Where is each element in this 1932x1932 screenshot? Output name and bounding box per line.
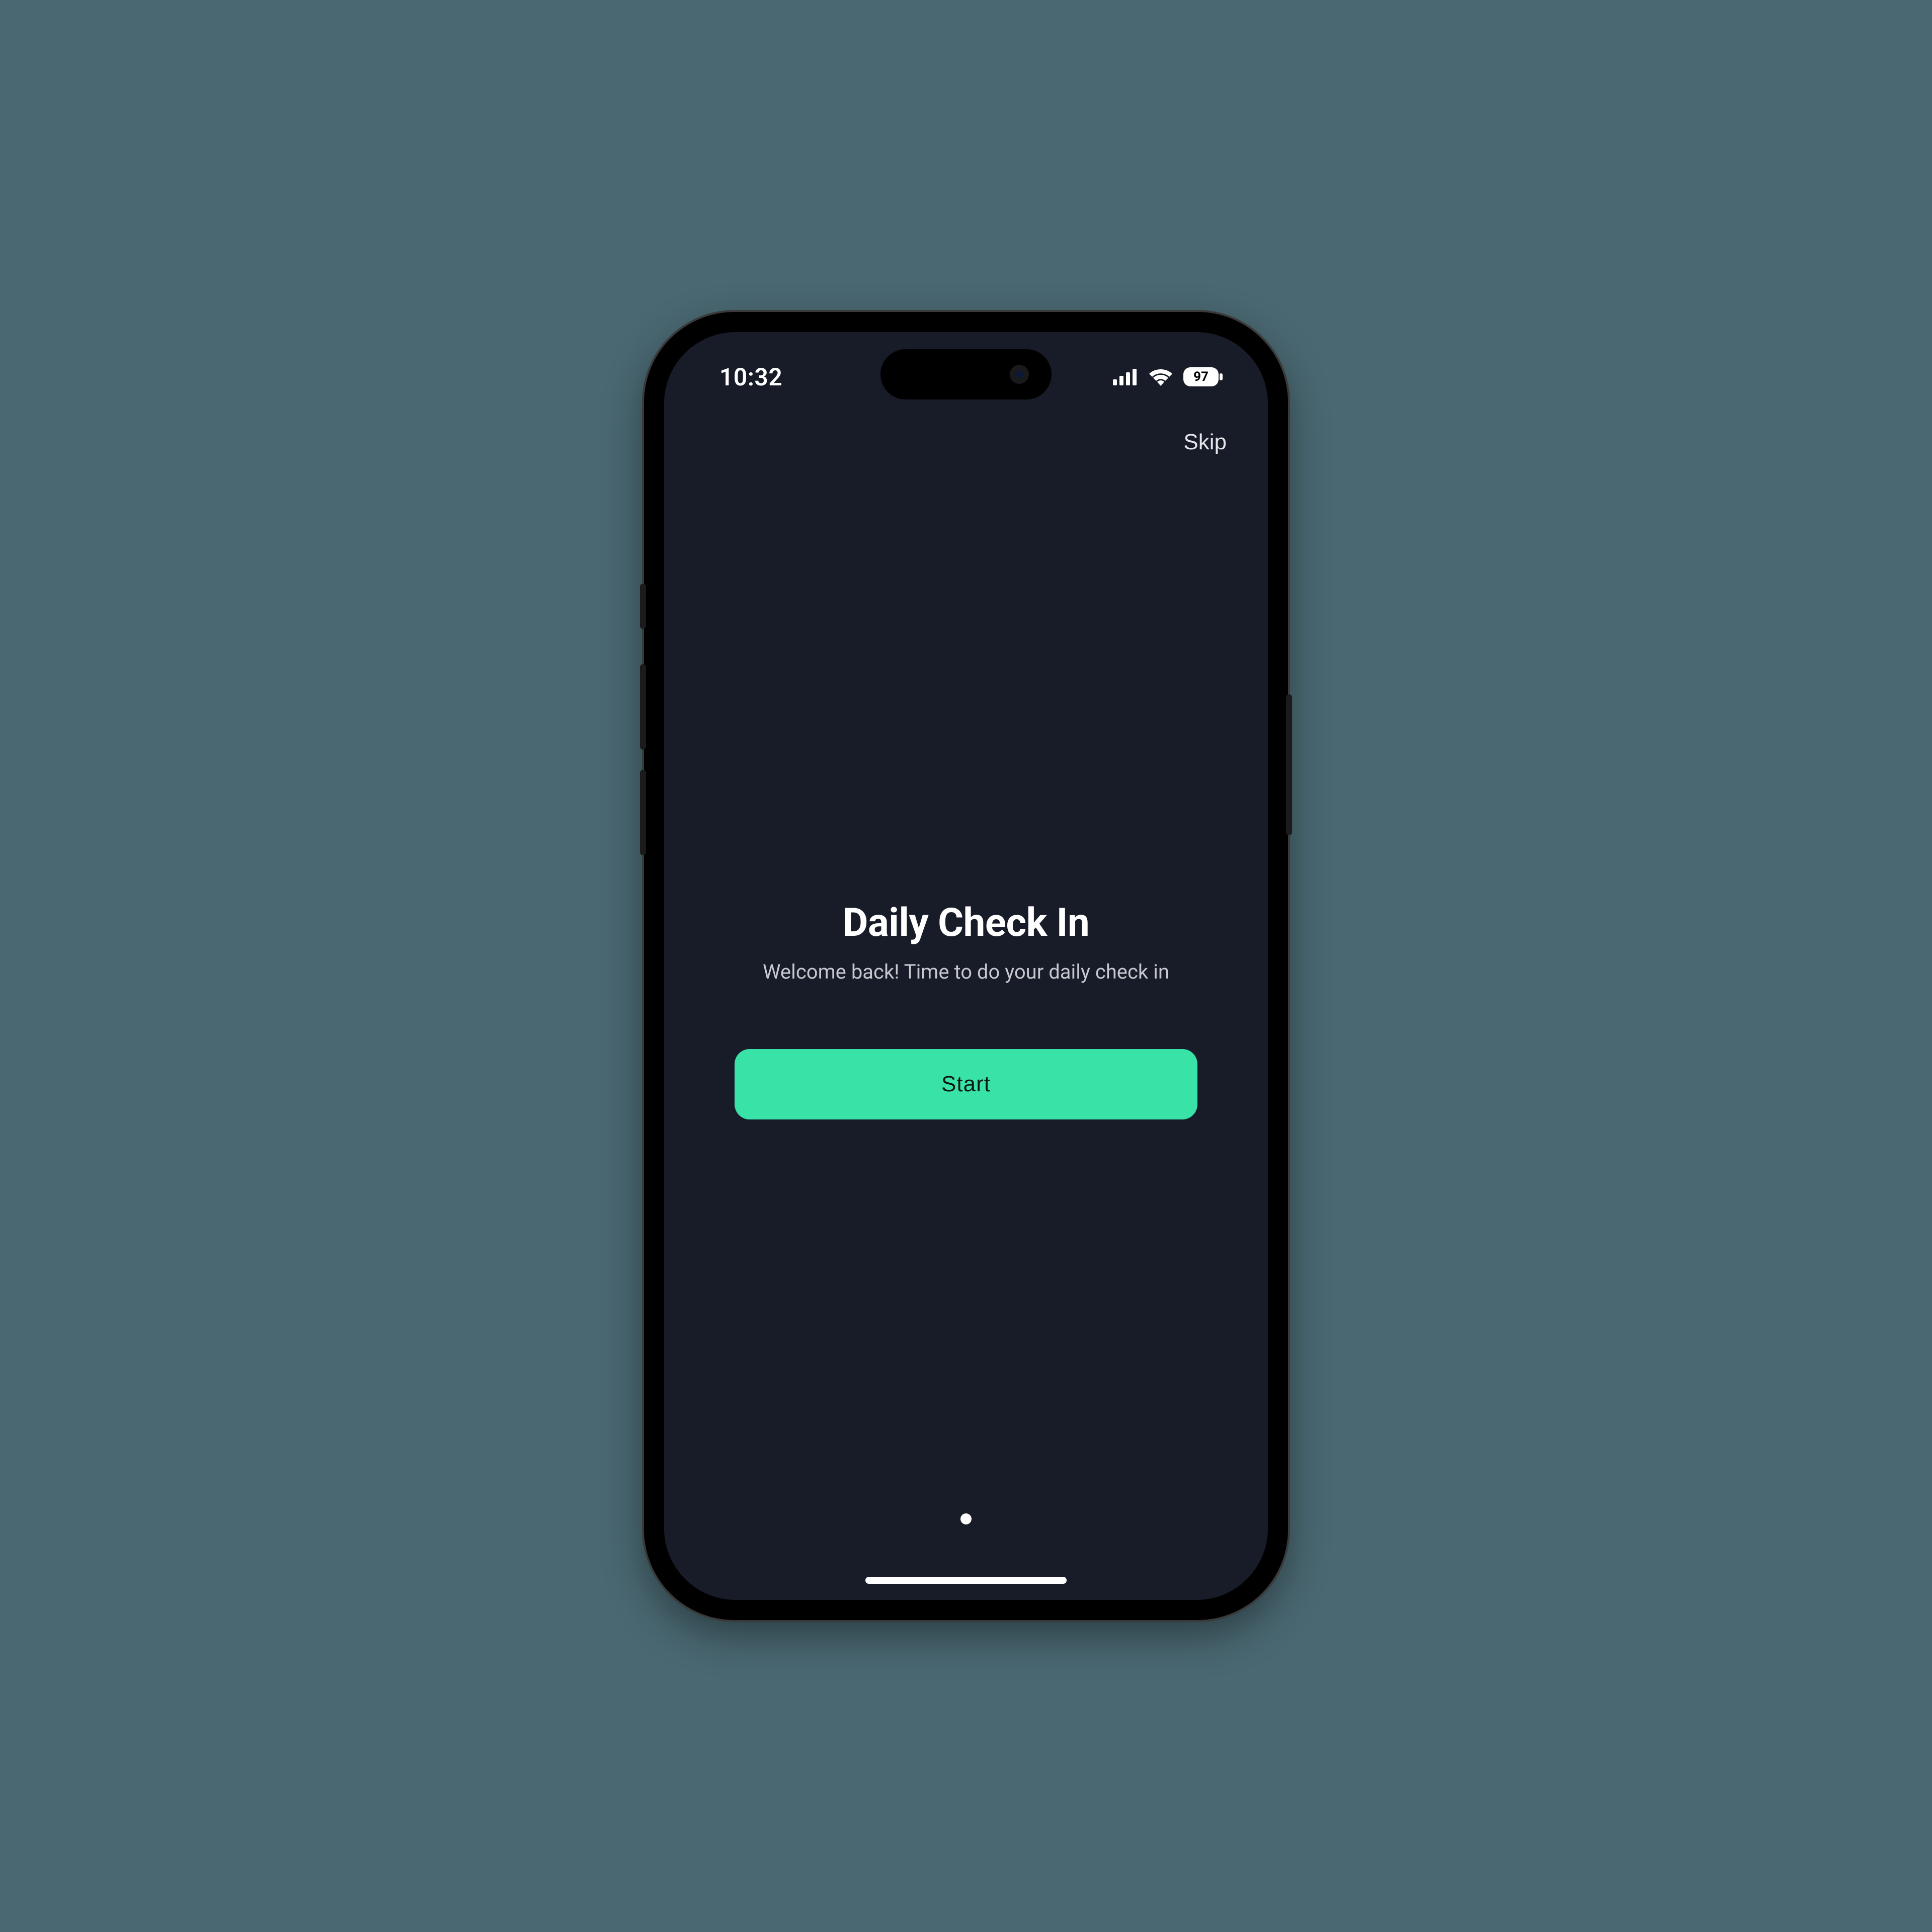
volume-down-button	[640, 770, 646, 855]
silence-switch	[640, 584, 646, 629]
cellular-icon	[1113, 368, 1138, 385]
main-content: Daily Check In Welcome back! Time to do …	[664, 440, 1268, 1580]
battery-level: 97	[1183, 369, 1219, 384]
phone-frame: 10:32	[644, 312, 1288, 1620]
wifi-icon	[1148, 368, 1173, 386]
screen: 10:32	[664, 332, 1268, 1600]
start-button[interactable]: Start	[735, 1049, 1197, 1119]
dynamic-island	[880, 349, 1052, 399]
battery-icon: 97	[1183, 367, 1223, 386]
page-subtitle: Welcome back! Time to do your daily chec…	[763, 960, 1169, 984]
front-camera-icon	[1010, 365, 1029, 384]
volume-up-button	[640, 664, 646, 750]
power-button	[1286, 694, 1292, 835]
page-indicator-dot	[960, 1513, 972, 1524]
home-indicator[interactable]	[865, 1577, 1067, 1584]
page-title: Daily Check In	[843, 900, 1089, 946]
status-time: 10:32	[719, 363, 782, 391]
status-indicators: 97	[1113, 367, 1223, 386]
